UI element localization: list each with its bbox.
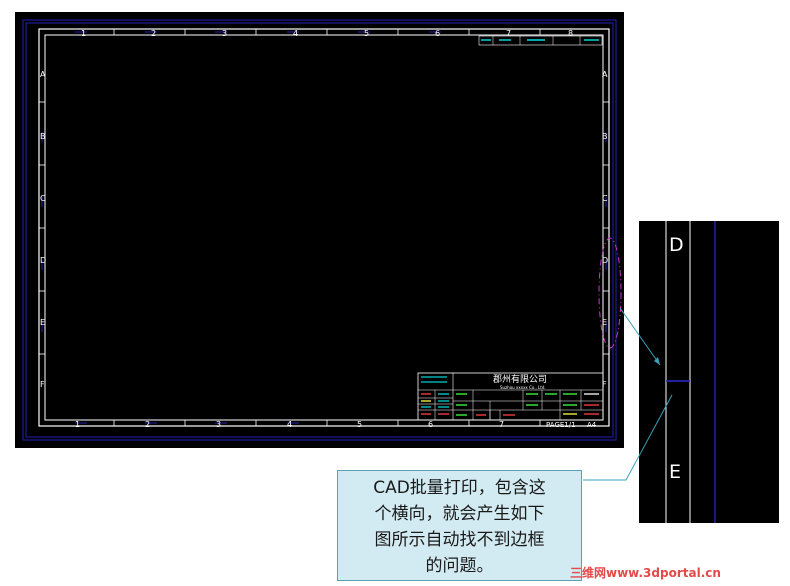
zoom-inset-label-d: D xyxy=(669,234,684,256)
title-block-page-number: PAGE1/1 xyxy=(546,421,576,429)
col-label-bottom-7: 7 xyxy=(499,420,505,429)
drawing-border-inner xyxy=(44,34,604,421)
highlight-ellipse xyxy=(598,237,622,349)
row-label-left-a: A xyxy=(40,70,46,79)
row-label-right-a: A xyxy=(602,70,608,79)
col-label-bottom-5: 5 xyxy=(357,420,363,429)
callout-line-1: CAD批量打印，包含这 xyxy=(373,478,546,498)
col-label-top-2: 2 xyxy=(151,29,157,38)
title-block-company-name-en: Suzhou xxxxx Co., Ltd. xyxy=(500,385,546,390)
col-label-top-4: 4 xyxy=(293,29,299,38)
col-label-bottom-2: 2 xyxy=(145,420,151,429)
cad-drawing-canvas: 1 2 3 4 5 6 7 8 1 2 3 4 5 6 7 A B C D E … xyxy=(15,12,624,448)
col-label-top-6: 6 xyxy=(435,29,441,38)
row-label-right-b: B xyxy=(602,132,608,141)
title-block-sheet-size: A4 xyxy=(587,421,597,429)
col-label-top-7: 7 xyxy=(506,29,512,38)
col-label-top-8: 8 xyxy=(568,29,574,38)
title-block-company-name: 郡州有限公司 xyxy=(493,375,548,385)
revision-table xyxy=(478,35,603,46)
row-label-left-c: C xyxy=(40,194,46,203)
col-label-bottom-4: 4 xyxy=(287,420,293,429)
zoom-inset-lines xyxy=(665,221,716,523)
drawing-border-outer xyxy=(38,28,610,427)
col-label-top-3: 3 xyxy=(222,29,228,38)
row-label-left-d: D xyxy=(40,256,47,265)
zone-ticks-blue xyxy=(41,31,607,424)
col-label-top-1: 1 xyxy=(81,29,87,38)
callout-box: CAD批量打印，包含这 个横向，就会产生如下 图所示自动找不到边框 的问题。 xyxy=(337,470,582,581)
col-label-top-5: 5 xyxy=(364,29,370,38)
callout-line-2: 个横向，就会产生如下 xyxy=(374,504,545,524)
callout-line-4: 的问题。 xyxy=(425,556,494,576)
row-label-left-b: B xyxy=(40,132,46,141)
callout-line-3: 图所示自动找不到边框 xyxy=(374,530,545,550)
row-label-left-e: E xyxy=(40,318,46,327)
row-label-right-f: F xyxy=(602,380,607,389)
zoom-inset: D E xyxy=(639,221,779,523)
col-label-bottom-1: 1 xyxy=(75,420,81,429)
row-label-right-e: E xyxy=(602,318,608,327)
zone-ticks xyxy=(39,29,609,426)
watermark: 三维网www.3dportal.cn xyxy=(570,566,721,580)
row-label-right-c: C xyxy=(602,194,608,203)
row-label-right-d: D xyxy=(602,256,609,265)
row-label-left-f: F xyxy=(40,380,45,389)
col-label-bottom-3: 3 xyxy=(216,420,222,429)
zoom-inset-label-e: E xyxy=(669,461,682,483)
col-label-bottom-6: 6 xyxy=(428,420,434,429)
